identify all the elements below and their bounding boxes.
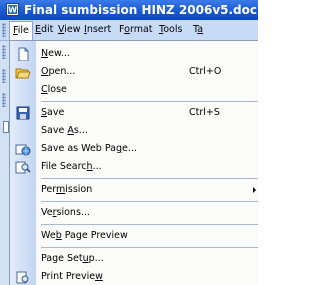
left-toolbar-dock bbox=[0, 41, 9, 285]
shortcut-label: Ctrl+O bbox=[189, 66, 222, 77]
toolbar-grip-icon[interactable] bbox=[2, 93, 6, 107]
access-key: C bbox=[41, 84, 48, 95]
label-text: ave bbox=[47, 107, 65, 118]
submenu-arrow-icon bbox=[253, 187, 256, 193]
access-key: w bbox=[95, 271, 103, 282]
toolbar-grip-icon[interactable] bbox=[2, 69, 6, 83]
menu-view[interactable]: View bbox=[55, 22, 84, 38]
open-folder-icon bbox=[15, 68, 31, 79]
menu-item-label: New... bbox=[41, 45, 70, 63]
menu-item-label: Page Setup... bbox=[41, 250, 104, 268]
menu-item-label: Open... bbox=[41, 63, 75, 81]
label-text: ... bbox=[92, 161, 102, 172]
label-text: We bbox=[41, 230, 56, 241]
menu-item-print-preview[interactable]: Print Preview bbox=[10, 268, 258, 285]
menu-item-file-search[interactable]: File Search... bbox=[10, 158, 258, 176]
menu-separator bbox=[41, 101, 258, 102]
label-text: s... bbox=[73, 125, 88, 136]
label-text: Print Previe bbox=[41, 271, 96, 282]
menu-bar: File Edit View Insert Format Tools Ta bbox=[0, 20, 258, 41]
label-text: ew... bbox=[48, 48, 70, 59]
word-app-icon: W bbox=[6, 3, 19, 16]
menu-item-save-as-web-page[interactable]: Save as Web Page... bbox=[10, 140, 258, 158]
menu-ta[interactable]: Ta bbox=[190, 22, 206, 38]
menu-item-save-as[interactable]: Save As... bbox=[10, 122, 258, 140]
label-text: iew bbox=[64, 24, 81, 35]
label-text: rmat bbox=[129, 24, 153, 35]
label-text: sions... bbox=[56, 207, 90, 218]
menu-separator bbox=[41, 178, 258, 179]
menu-insert[interactable]: Insert bbox=[81, 22, 114, 38]
word-window: W Final sumbission HINZ 2006v5.doc - Mic… bbox=[0, 0, 258, 285]
menu-item-label: Close bbox=[41, 81, 67, 99]
print-preview-icon bbox=[16, 271, 29, 284]
file-search-icon bbox=[15, 161, 31, 174]
svg-text:W: W bbox=[8, 6, 17, 15]
label-text: nsert bbox=[86, 24, 112, 35]
label-text: pen... bbox=[48, 66, 76, 77]
label-text: lose bbox=[47, 84, 67, 95]
menu-tools[interactable]: Tools bbox=[156, 22, 185, 38]
menu-item-permission[interactable]: Permission bbox=[10, 181, 258, 199]
menu-item-label: Save As... bbox=[41, 122, 88, 140]
menu-item-label: Web Page Preview bbox=[41, 227, 128, 245]
label-text: Ve bbox=[41, 207, 53, 218]
menu-file[interactable]: File bbox=[9, 21, 33, 41]
title-bar[interactable]: W Final sumbission HINZ 2006v5.doc - Mic bbox=[0, 0, 258, 20]
label-text: ile bbox=[17, 25, 29, 36]
menu-item-save[interactable]: Save Ctrl+S bbox=[10, 104, 258, 122]
menu-item-versions[interactable]: Versions... bbox=[10, 204, 258, 222]
label-text: Save as Web Pa bbox=[41, 143, 116, 154]
save-web-page-icon bbox=[15, 144, 31, 156]
menu-item-web-page-preview[interactable]: Web Page Preview bbox=[10, 227, 258, 245]
toolbar-grip-icon[interactable] bbox=[2, 23, 6, 37]
access-key: m bbox=[55, 184, 66, 195]
save-disk-icon bbox=[16, 106, 30, 120]
menu-item-label: Print Preview bbox=[41, 268, 103, 285]
menu-item-label: Versions... bbox=[41, 204, 90, 222]
toolbar-grip-icon[interactable] bbox=[2, 45, 6, 59]
menu-item-page-setup[interactable]: Page Setup... bbox=[10, 250, 258, 268]
label-text: e... bbox=[122, 143, 137, 154]
label-text: Per bbox=[41, 184, 56, 195]
label-text: Page Preview bbox=[61, 230, 128, 241]
menu-item-close[interactable]: Close bbox=[10, 81, 258, 99]
new-document-icon bbox=[18, 47, 29, 61]
menu-item-new[interactable]: New... bbox=[10, 45, 258, 63]
menu-separator bbox=[41, 247, 258, 248]
menu-format[interactable]: Format bbox=[116, 22, 156, 38]
access-key: a bbox=[197, 24, 204, 35]
label-text: Save bbox=[41, 125, 68, 136]
menu-edit[interactable]: Edit bbox=[32, 22, 56, 38]
menu-item-open[interactable]: Open... Ctrl+O bbox=[10, 63, 258, 81]
label-text: File Searc bbox=[41, 161, 87, 172]
label-text: p... bbox=[88, 253, 104, 264]
label-text: ission bbox=[65, 184, 93, 195]
window-title: Final sumbission HINZ 2006v5.doc - Mic bbox=[24, 3, 258, 17]
menu-item-label: Permission bbox=[41, 181, 92, 199]
menu-separator bbox=[41, 201, 258, 202]
label-text: dit bbox=[41, 24, 54, 35]
menu-separator bbox=[41, 224, 258, 225]
file-menu-dropdown: New... Open... Ctrl+O Close Save Ctrl+S Save A… bbox=[9, 40, 258, 285]
label-text: ools bbox=[163, 24, 183, 35]
menu-item-label: Save as Web Page... bbox=[41, 140, 137, 158]
menu-item-label: Save bbox=[41, 104, 64, 122]
label-text: Page Set bbox=[41, 253, 83, 264]
menu-item-label: File Search... bbox=[41, 158, 102, 176]
shortcut-label: Ctrl+S bbox=[189, 107, 220, 118]
